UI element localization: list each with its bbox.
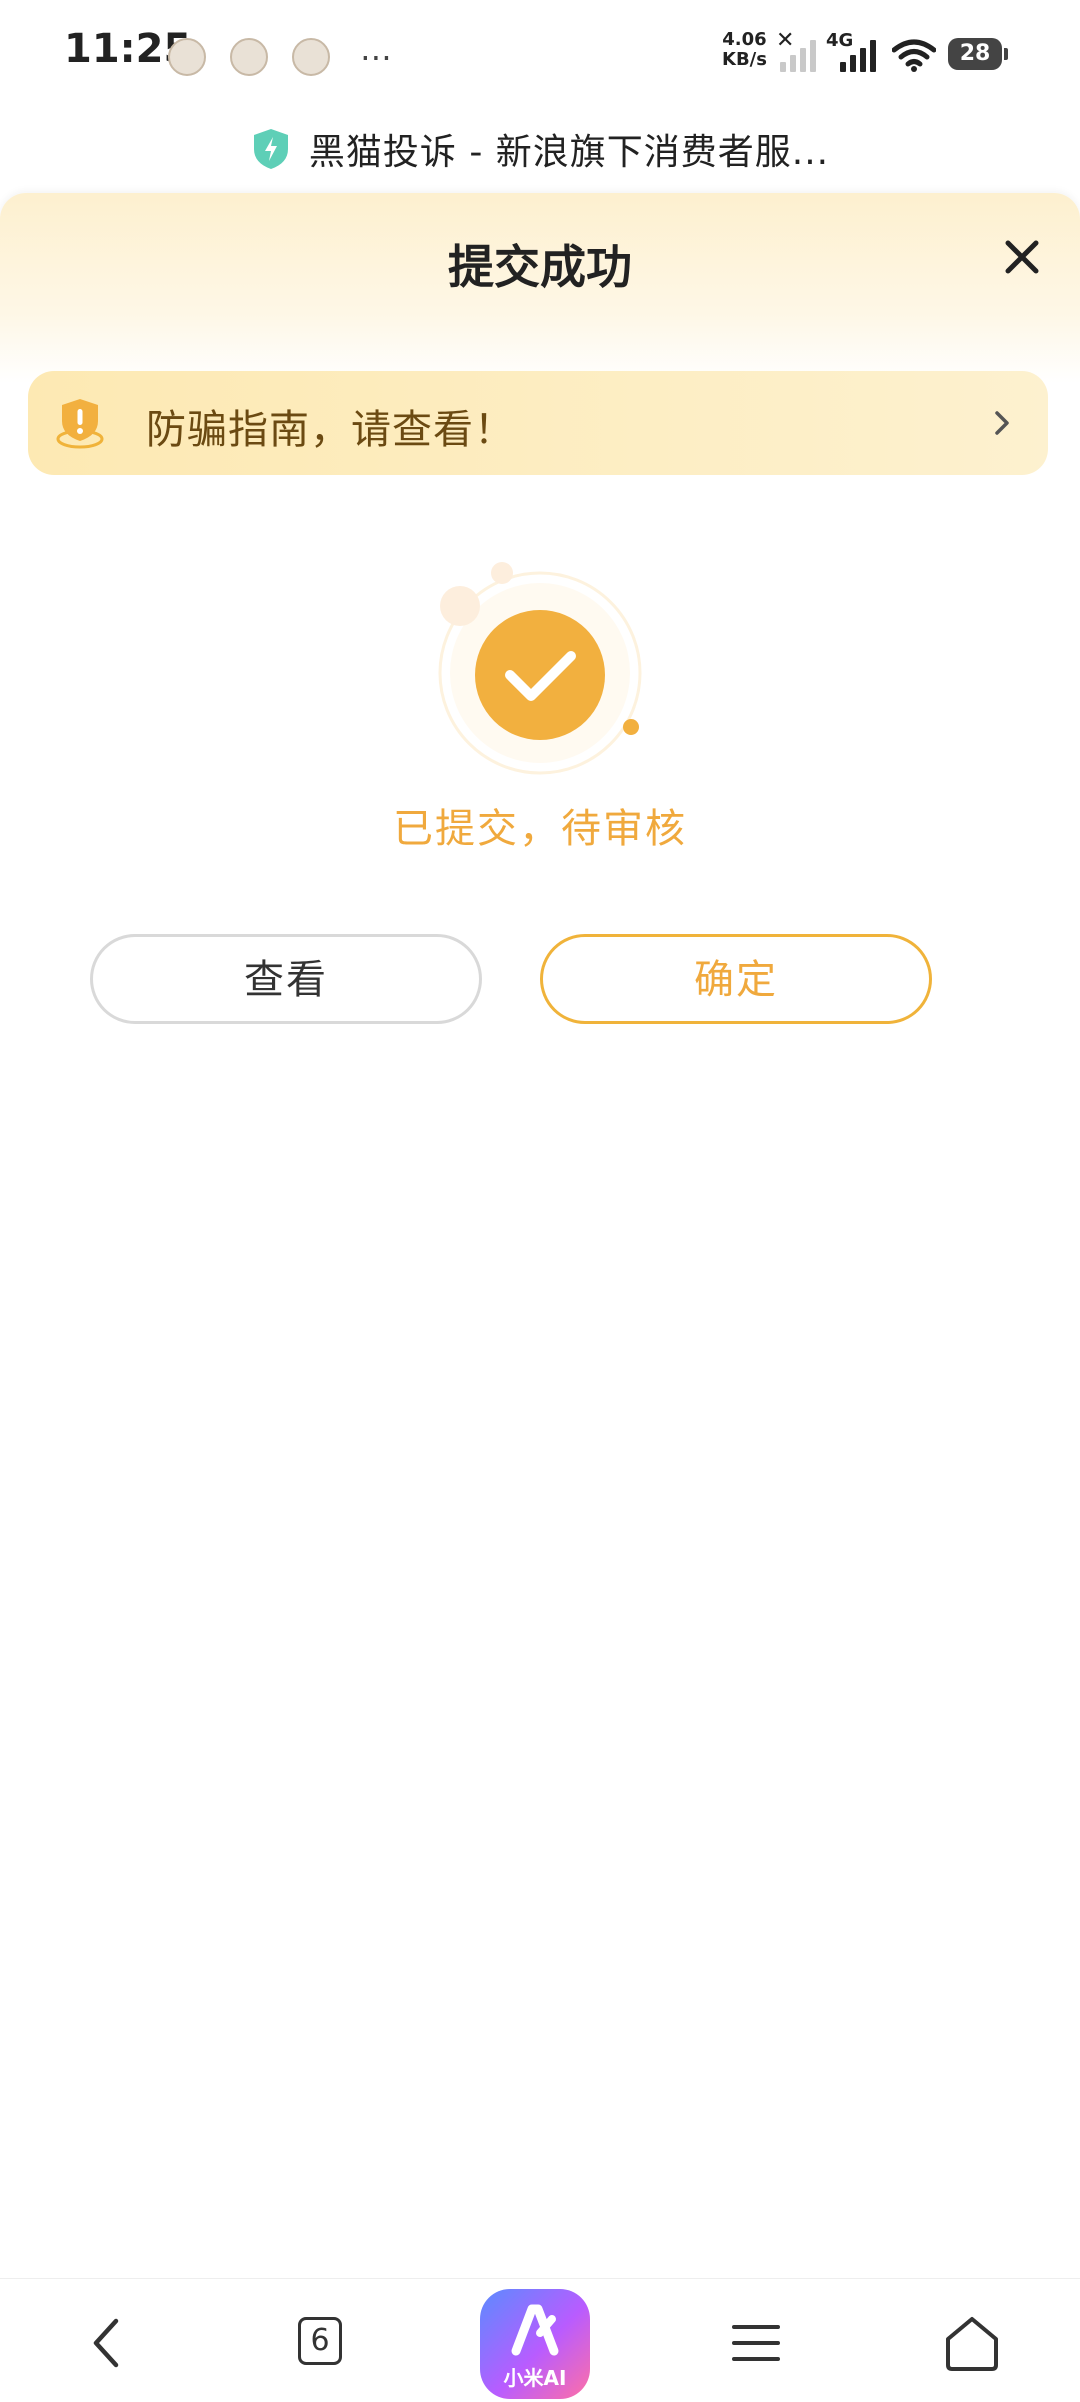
xiaomi-ai-icon: 小米AI [480, 2289, 590, 2399]
signal-sim2-icon [840, 38, 876, 72]
back-icon[interactable] [70, 2303, 150, 2383]
dialog-title: 提交成功 [448, 240, 632, 294]
success-check-icon [438, 562, 642, 775]
ai-label: 小米AI [503, 2366, 567, 2390]
view-button[interactable]: 查看 [90, 934, 482, 1024]
no-signal-x-icon: ✕ [776, 28, 795, 53]
secure-shield-icon [253, 129, 288, 169]
xiaomi-ai-button[interactable]: 小米AI [480, 2289, 596, 2399]
notification-app-icon [168, 38, 206, 76]
ai-logo-icon [511, 2304, 559, 2356]
battery-level: 28 [959, 41, 991, 66]
wifi-icon [892, 39, 936, 72]
tabs-button[interactable]: 6 [282, 2303, 362, 2383]
page-title: 黑猫投诉 - 新浪旗下消费者服... [308, 132, 830, 173]
network-speed-unit: KB/s [722, 49, 767, 70]
home-icon[interactable] [932, 2303, 1012, 2383]
menu-icon[interactable] [716, 2303, 796, 2383]
status-bar: 11:25 ⋯ 4.06 KB/s ✕ 4G 28 [0, 0, 1080, 105]
network-speed-value: 4.06 [722, 29, 767, 50]
guide-banner-text: 防骗指南，请查看！ [146, 407, 515, 453]
submit-success-sheet: 提交成功 防骗指南，请查看！ 已提交，待审核 查看 确定 [0, 193, 1080, 2278]
confirm-button[interactable]: 确定 [540, 934, 932, 1024]
submission-status-text: 已提交，待审核 [393, 806, 687, 852]
notification-app-icon [230, 38, 268, 76]
anti-fraud-guide-banner[interactable]: 防骗指南，请查看！ [28, 371, 1048, 475]
battery-icon: 28 [948, 38, 1008, 70]
close-icon[interactable] [994, 229, 1050, 285]
notification-icons: ⋯ [168, 38, 392, 76]
more-notifications-icon: ⋯ [360, 38, 392, 76]
network-speed: 4.06 KB/s [722, 30, 767, 70]
address-bar[interactable]: 黑猫投诉 - 新浪旗下消费者服... [0, 105, 1080, 193]
chevron-right-icon [995, 411, 1009, 435]
warning-shield-icon [56, 399, 104, 449]
tab-count: 6 [298, 2317, 342, 2365]
notification-app-icon [292, 38, 330, 76]
browser-bottom-nav: 6 小米AI [0, 2278, 1080, 2402]
